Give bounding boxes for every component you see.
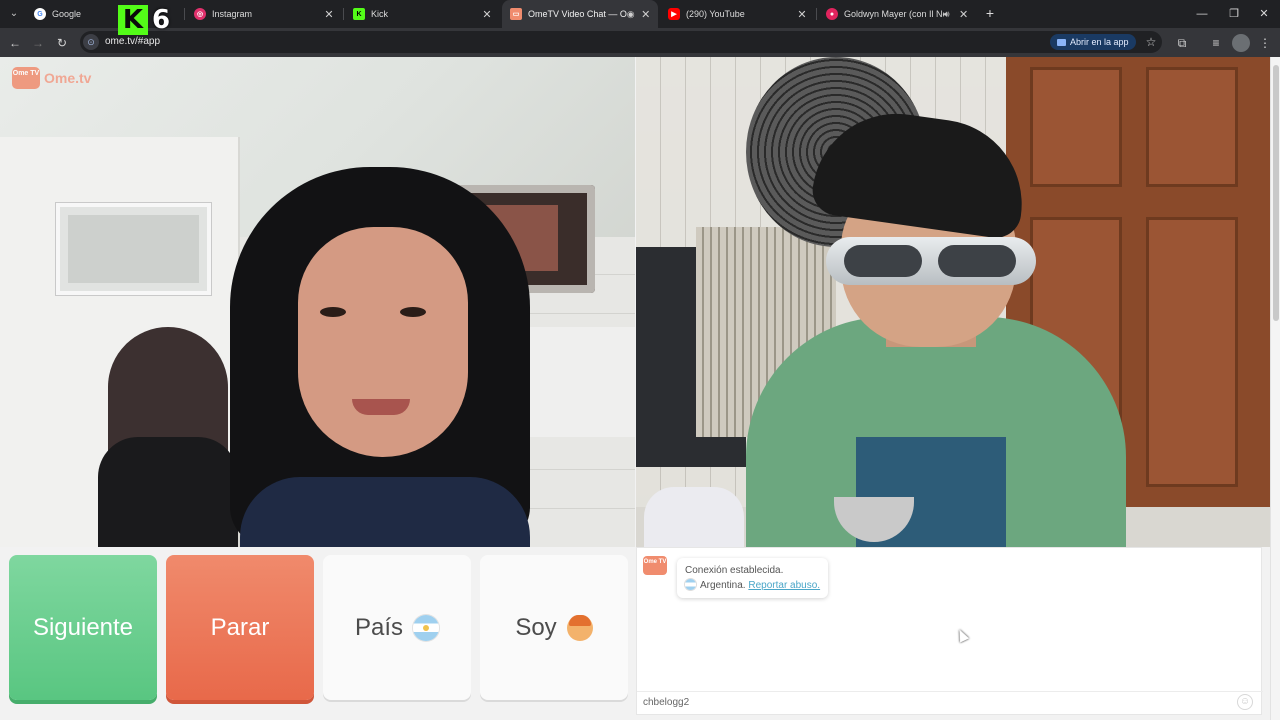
google-icon: G (34, 8, 46, 20)
reload-icon[interactable]: ↻ (53, 34, 71, 52)
country-filter-label: País (354, 613, 404, 641)
scrollbar-thumb[interactable] (1273, 65, 1279, 321)
tab-title: (290) YouTube (686, 9, 745, 19)
address-bar[interactable]: ⊙ ome.tv/#app Abrir en la app ☆ (80, 31, 1162, 53)
chat-message-input[interactable] (643, 694, 1233, 710)
gender-button[interactable]: Soy (480, 555, 628, 700)
close-tab-icon[interactable]: ✕ (640, 8, 652, 21)
ometv-logo-icon: Ome TV (12, 67, 40, 89)
stop-button[interactable]: Parar (166, 555, 314, 700)
new-tab-plus-icon[interactable]: + (981, 4, 999, 22)
tab-title: Kick (371, 9, 389, 19)
gender-button-label: Soy (515, 613, 557, 641)
tab-ometv[interactable]: ▭ OmeTV Video Chat — Ome ◉ ✕ (502, 0, 658, 28)
tab-search-chevron-icon[interactable]: ⌄ (4, 4, 24, 24)
bookmark-star-icon[interactable]: ☆ (1142, 33, 1160, 51)
chat-controls: Siguiente Parar País Soy (0, 547, 636, 720)
open-in-app-label: Abrir en la app (1070, 37, 1129, 47)
next-button-label: Siguiente (32, 613, 134, 641)
report-abuse-link[interactable]: Reportar abuso. (748, 580, 820, 591)
forward-arrow-icon[interactable]: → (29, 34, 47, 52)
country-filter-button[interactable]: País (323, 555, 471, 700)
system-message-bubble: Conexión establecida. Argentina. Reporta… (677, 558, 829, 598)
stop-button-label: Parar (210, 613, 270, 641)
kick-overlay-number: 6 (152, 5, 171, 35)
ometv-logo-text: Ome.tv (44, 70, 92, 86)
tab-divider (184, 8, 185, 20)
close-tab-icon[interactable]: ✕ (795, 8, 809, 21)
system-message: Ome TV Conexión establecida. Argentina. … (643, 556, 829, 598)
youtube-icon: ▶ (668, 8, 680, 20)
recording-icon: ◉ (626, 9, 635, 19)
video-self-person (746, 97, 1126, 547)
stranger-video: Ome TV Ome.tv (0, 57, 635, 547)
tab-title: OmeTV Video Chat — Ome (528, 9, 627, 19)
menu-kebab-icon[interactable]: ⋮ (1256, 34, 1274, 52)
boy-face-icon (566, 614, 593, 641)
kick-overlay-badge: K 6 (118, 4, 184, 36)
tab-kick[interactable]: K Kick ✕ (345, 0, 500, 28)
stranger-country-line: Argentina. Reportar abuso. (685, 578, 820, 593)
instagram-icon: ◎ (194, 8, 206, 20)
argentina-flag-icon (685, 579, 696, 590)
kick-icon: K (353, 8, 365, 20)
site-info-icon[interactable]: ⊙ (83, 34, 99, 50)
close-tab-icon[interactable]: ✕ (322, 8, 336, 21)
app-window-icon (1057, 38, 1066, 46)
extensions-icon[interactable]: ⧉ (1173, 34, 1191, 52)
tab-youtube[interactable]: ▶ (290) YouTube ✕ (660, 0, 815, 28)
close-tab-icon[interactable]: ✕ (957, 8, 970, 21)
argentina-flag-icon (413, 614, 440, 641)
tab-goldwyn[interactable]: ● Goldwyn Mayer (con Il Nen 🔊︎ ✕ (818, 0, 976, 28)
self-camera-video (636, 57, 1270, 547)
chat-input-divider (637, 691, 1263, 692)
browser-toolbar: ← → ↻ ⊙ ome.tv/#app Abrir en la app ☆ ⧉ … (0, 28, 1280, 57)
video-scene-window (56, 203, 211, 295)
kick-logo-icon: K (118, 5, 148, 35)
connection-status: Conexión establecida. (685, 565, 784, 576)
open-in-app-button[interactable]: Abrir en la app (1050, 34, 1136, 50)
url-text[interactable]: ome.tv/#app (105, 36, 160, 47)
stranger-country: Argentina. (700, 580, 746, 591)
tab-divider (343, 8, 344, 20)
ometv-chat-logo-icon: Ome TV (643, 556, 667, 575)
next-button[interactable]: Siguiente (9, 555, 157, 700)
tab-title: Instagram (212, 9, 253, 19)
minimize-icon[interactable]: — (1184, 0, 1220, 28)
profile-avatar[interactable] (1232, 34, 1250, 52)
tab-favicon-icon: ● (826, 8, 838, 20)
tab-title: Goldwyn Mayer (con Il Nen (844, 9, 944, 19)
ometv-icon: ▭ (510, 8, 522, 20)
ometv-page: Ome TV Ome.tv Siguiente Parar País Soy O… (0, 57, 1270, 720)
text-chat-panel: Ome TV Conexión establecida. Argentina. … (636, 547, 1263, 715)
video-stranger-person (200, 167, 560, 547)
close-tab-icon[interactable]: ✕ (480, 8, 494, 21)
tab-instagram[interactable]: ◎ Instagram ✕ (186, 0, 342, 28)
ometv-logo: Ome TV Ome.tv (12, 67, 91, 89)
video-scene-cup (644, 487, 744, 547)
close-window-icon[interactable]: ✕ (1246, 0, 1280, 28)
tab-divider (816, 8, 817, 20)
page-scrollbar[interactable] (1270, 57, 1280, 720)
browser-tab-bar: ⌄ G Google ◎ Instagram ✕ K Kick ✕ ▭ OmeT… (0, 0, 1280, 28)
speaker-icon[interactable]: 🔊︎ (944, 9, 953, 19)
emoji-smiley-icon[interactable]: ☺ (1237, 694, 1253, 710)
back-arrow-icon[interactable]: ← (6, 34, 24, 52)
media-controls-icon[interactable]: ≡ (1207, 34, 1225, 52)
